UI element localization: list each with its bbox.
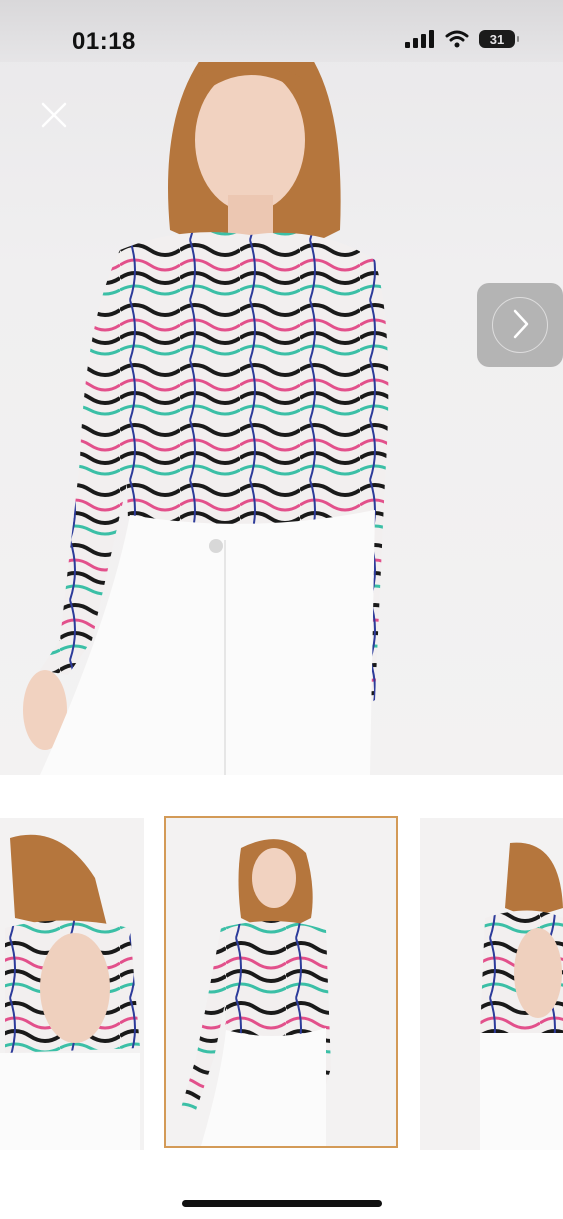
next-image-button[interactable]	[477, 283, 563, 367]
thumbnail-back-view-2[interactable]	[420, 818, 563, 1150]
cellular-signal-icon	[405, 30, 434, 48]
wifi-icon	[445, 30, 469, 48]
thumbnail-image	[480, 842, 563, 1150]
product-main-image[interactable]: 01:18 31	[0, 0, 563, 775]
thumbnail-strip	[0, 816, 563, 1152]
battery-level: 31	[489, 31, 505, 47]
thumbnail-back-view[interactable]	[0, 818, 144, 1150]
chevron-right-icon	[513, 309, 529, 339]
thumbnail-front-view[interactable]	[164, 816, 398, 1148]
thumbnail-image	[0, 834, 140, 1150]
product-photo	[23, 41, 389, 775]
close-button[interactable]	[36, 97, 72, 133]
status-bar: 01:18 31	[0, 0, 563, 62]
thumbnail-image	[181, 839, 331, 1146]
home-indicator[interactable]	[182, 1200, 382, 1207]
battery-icon: 31	[479, 30, 519, 48]
close-icon	[41, 102, 67, 128]
status-time: 01:18	[72, 28, 136, 55]
